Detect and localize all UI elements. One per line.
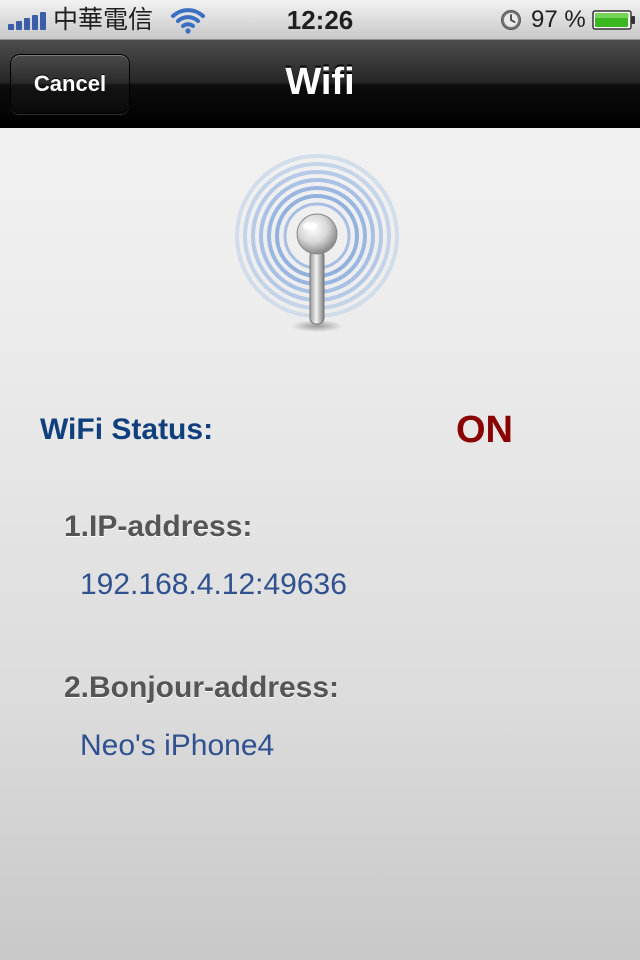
battery-icon: [592, 10, 635, 30]
status-bar: 中華電信 12:26 97 %: [0, 0, 640, 40]
alarm-clock-icon: [501, 10, 521, 30]
ip-address-value: 192.168.4.12:49636: [80, 568, 347, 601]
bonjour-address-value: Neo's iPhone4: [80, 729, 275, 762]
navigation-bar: Cancel Wifi: [0, 40, 640, 128]
battery-percentage: 97 %: [531, 6, 586, 33]
wifi-status-value: ON: [456, 409, 513, 451]
ip-address-heading: 1.IP-address:: [64, 510, 253, 543]
cancel-button[interactable]: Cancel: [10, 54, 130, 114]
page-title: Wifi: [285, 61, 355, 103]
antenna-broadcast-icon: [235, 154, 399, 332]
wifi-status-label: WiFi Status:: [40, 413, 214, 446]
bonjour-address-heading: 2.Bonjour-address:: [64, 671, 340, 704]
